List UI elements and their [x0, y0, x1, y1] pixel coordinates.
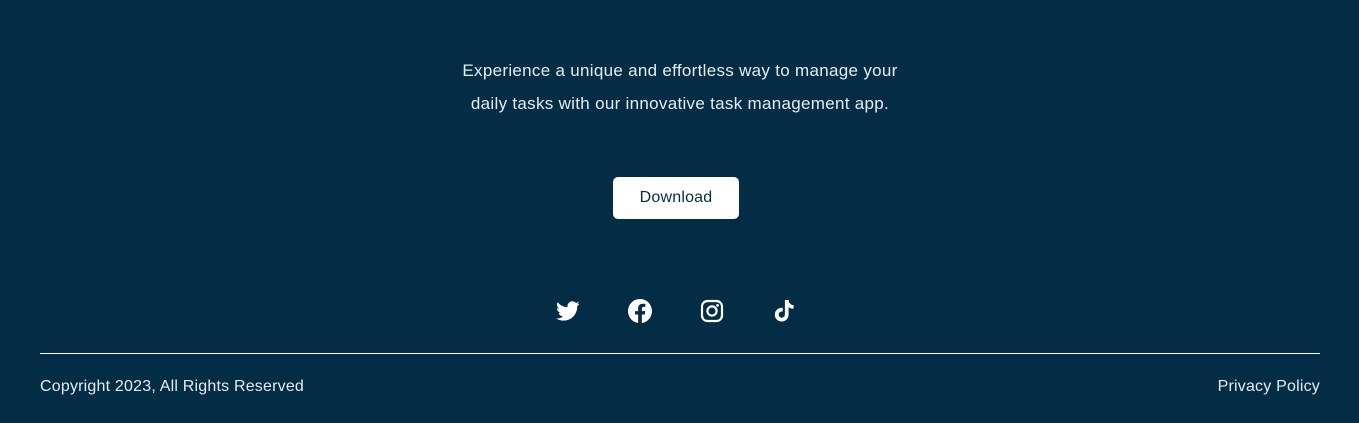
footer-divider	[40, 353, 1320, 354]
tiktok-icon	[774, 300, 794, 322]
site-footer: Experience a unique and effortless way t…	[0, 0, 1359, 423]
facebook-icon	[628, 299, 652, 323]
social-link-tiktok[interactable]	[772, 297, 796, 325]
social-links	[556, 297, 796, 325]
privacy-policy-link[interactable]: Privacy Policy	[1218, 378, 1320, 396]
social-link-instagram[interactable]	[700, 297, 724, 325]
twitter-icon	[556, 301, 580, 321]
social-link-facebook[interactable]	[628, 297, 652, 325]
copyright-text: Copyright 2023, All Rights Reserved	[40, 378, 305, 395]
social-link-twitter[interactable]	[556, 297, 580, 325]
footer-tagline: Experience a unique and effortless way t…	[462, 61, 898, 113]
download-button[interactable]: Download	[613, 177, 739, 219]
instagram-icon	[700, 299, 724, 323]
